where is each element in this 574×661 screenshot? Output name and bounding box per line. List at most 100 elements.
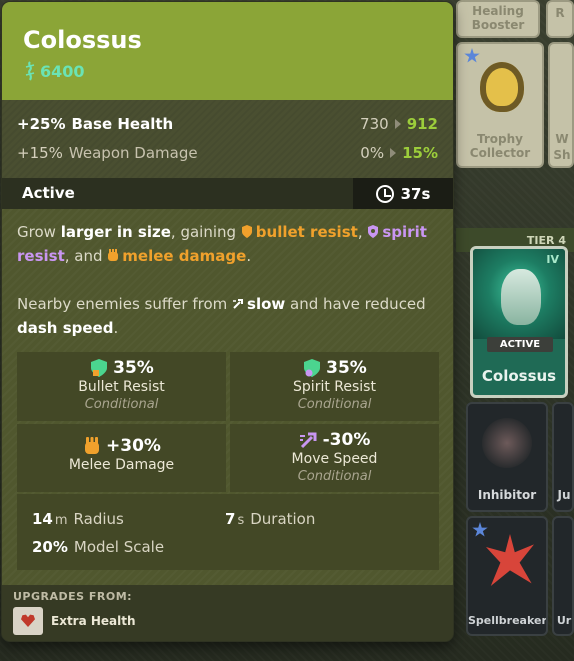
effect-conditional: Conditional — [297, 469, 372, 484]
shop-card-label: Ju — [557, 488, 571, 502]
stat-row-weapon-damage: +15% Weapon Damage 0% 15% — [17, 141, 438, 165]
item-title: Colossus — [23, 26, 142, 54]
stat-label: Weapon Damage — [68, 144, 198, 162]
shop-card-healing-booster[interactable]: Healing Booster — [456, 0, 540, 38]
description-paragraph-2: Nearby enemies suffer from slow and have… — [17, 295, 426, 337]
effect-name: Move Speed — [291, 451, 378, 467]
effect-value: +30% — [106, 436, 161, 456]
stat-to: 15% — [402, 144, 438, 162]
radius-value: 14 — [32, 510, 53, 528]
duration-label: Duration — [250, 510, 316, 528]
effect-value: 35% — [113, 358, 154, 378]
spirit-resist-icon — [304, 359, 321, 377]
stat-to: 912 — [406, 115, 438, 133]
shop-card-label: Colossus — [481, 367, 557, 385]
shop-card-label: Spellbreaker — [468, 614, 547, 627]
effect-name: Melee Damage — [68, 457, 175, 473]
tooltip-header: Colossus 6400 — [2, 2, 453, 100]
bullet-resist-icon — [91, 359, 108, 377]
melee-damage-icon — [85, 437, 100, 454]
shop-card-label: R — [555, 6, 565, 20]
stat-values: 730 912 — [360, 115, 438, 133]
active-label: Active — [22, 184, 75, 202]
active-description-area: Grow larger in size, gaining bullet resi… — [2, 209, 453, 585]
radius-label: Radius — [73, 510, 124, 528]
shop-card-r[interactable]: R — [546, 0, 574, 38]
radius-unit: m — [54, 513, 68, 528]
arrow-right-icon — [390, 148, 397, 158]
active-section-header: Active 37s — [2, 178, 453, 209]
effect-value: -30% — [322, 430, 371, 450]
shop-card-w[interactable]: W Sh — [548, 42, 574, 168]
shop-card-ur[interactable]: Ur — [552, 516, 574, 636]
tier-badge: IV — [546, 253, 559, 266]
star-icon — [464, 48, 480, 63]
shop-card-colossus-active[interactable]: IV ACTIVE Colossus — [470, 246, 568, 398]
shop-card-label: Sh — [553, 148, 571, 162]
effect-value: 35% — [326, 358, 367, 378]
cooldown-value: 37s — [400, 184, 431, 203]
kw-melee-damage: melee damage — [122, 247, 247, 265]
effect-move-speed: -30% Move Speed Conditional — [230, 424, 439, 492]
kw-bullet-resist: bullet resist — [255, 223, 358, 241]
shop-card-label: Healing Booster — [471, 4, 525, 32]
stat-label: Base Health — [71, 115, 174, 133]
colossus-face-icon — [501, 269, 541, 325]
duration-unit: s — [237, 513, 245, 528]
kw-slow: slow — [247, 295, 286, 313]
effect-spirit-resist: 35% Spirit Resist Conditional — [230, 352, 439, 421]
effect-melee-damage: +30% Melee Damage — [17, 424, 226, 492]
cooldown: 37s — [353, 178, 453, 209]
upgrades-from-section: UPGRADES FROM: Extra Health — [2, 585, 453, 641]
description-paragraph-1: Grow larger in size, gaining bullet resi… — [17, 223, 427, 265]
ability-properties: 14 m Radius 7s Duration 20% Model Scale — [17, 494, 439, 570]
property-radius: 14 m Radius — [32, 510, 124, 528]
property-model-scale: 20% Model Scale — [32, 538, 164, 556]
effect-name: Bullet Resist — [78, 379, 165, 395]
scale-value: 20% — [32, 538, 68, 556]
stat-row-base-health: +25% Base Health 730 912 — [17, 112, 438, 136]
shop-card-ju[interactable]: Ju — [552, 402, 574, 512]
shop-card-trophy-collector[interactable]: Trophy Collector — [456, 42, 544, 168]
slow-icon — [233, 299, 244, 309]
bullet-resist-icon — [241, 225, 252, 238]
scale-label: Model Scale — [73, 538, 165, 556]
effect-conditional: Conditional — [84, 397, 159, 412]
upgrades-header: UPGRADES FROM: — [13, 590, 133, 603]
cost-value: 6400 — [40, 61, 85, 81]
cooldown-clock-icon — [375, 184, 394, 203]
stat-from: 0% — [360, 144, 385, 162]
shop-card-label: W — [555, 132, 569, 146]
duration-value: 7 — [225, 510, 236, 528]
kw-dash-speed: dash speed — [17, 319, 114, 337]
stat-values: 0% 15% — [360, 144, 438, 162]
effect-name: Spirit Resist — [293, 379, 376, 395]
inhibitor-icon — [482, 418, 532, 468]
shop-card-inhibitor[interactable]: Inhibitor — [466, 402, 548, 512]
shop-card-label: Inhibitor — [477, 488, 537, 502]
upgrade-source-item[interactable]: Extra Health — [13, 607, 136, 635]
item-tooltip: Colossus 6400 +25% Base Health 730 912 +… — [2, 2, 453, 641]
arrow-right-icon — [394, 119, 401, 129]
melee-icon — [108, 249, 119, 261]
shop-card-label: Ur — [556, 614, 572, 627]
star-icon — [472, 522, 488, 537]
stat-percent: +25% — [17, 115, 66, 133]
stat-from: 730 — [360, 115, 389, 133]
shop-card-spellbreaker[interactable]: Spellbreaker — [466, 516, 548, 636]
effect-conditional: Conditional — [297, 397, 372, 412]
effect-bullet-resist: 35% Bullet Resist Conditional — [17, 352, 226, 421]
property-duration: 7s Duration — [225, 510, 315, 528]
move-speed-icon — [299, 432, 317, 449]
item-cost: 6400 — [23, 60, 85, 82]
trophy-icon — [480, 62, 524, 112]
spirit-resist-icon — [368, 225, 379, 238]
extra-health-heart-icon — [13, 607, 43, 635]
passive-stats: +25% Base Health 730 912 +15% Weapon Dam… — [2, 100, 453, 178]
shop-card-label: Trophy Collector — [469, 132, 531, 160]
souls-icon — [25, 61, 35, 81]
stat-percent: +15% — [17, 144, 63, 162]
spellbreaker-icon — [486, 534, 534, 586]
kw-larger: larger in size — [60, 223, 171, 241]
upgrade-source-name: Extra Health — [51, 614, 136, 628]
